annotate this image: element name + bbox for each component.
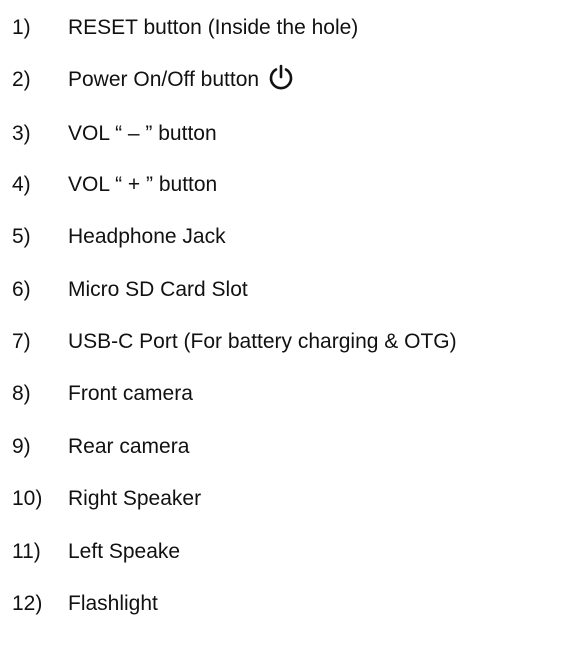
list-item: 11) Left Speake	[12, 531, 180, 571]
item-label: Front camera	[68, 381, 193, 405]
list-item: 3) VOL “ – ” button	[12, 113, 217, 153]
component-list: 1) RESET button (Inside the hole) 2) Pow…	[0, 0, 588, 646]
list-item: 4) VOL “ + ” button	[12, 164, 217, 204]
item-label: Left Speake	[68, 539, 181, 563]
list-item: 5) Headphone Jack	[12, 216, 226, 256]
item-number: 5)	[12, 224, 31, 248]
item-label: USB-C Port (For battery charging & OTG)	[68, 329, 457, 353]
item-number: 2)	[12, 67, 31, 91]
item-label: RESET button (Inside the hole)	[68, 15, 359, 39]
item-label: Right Speaker	[68, 486, 202, 510]
list-item: 10) Right Speaker	[12, 478, 201, 518]
item-number: 11)	[12, 539, 41, 563]
item-number: 12)	[12, 591, 43, 615]
item-label: Power On/Off button	[68, 67, 260, 91]
item-label: Flashlight	[68, 591, 158, 615]
item-number: 9)	[12, 434, 31, 458]
item-label: Micro SD Card Slot	[68, 277, 248, 301]
list-item: 7) USB-C Port (For battery charging & OT…	[12, 321, 457, 361]
list-item: 12) Flashlight	[12, 583, 158, 623]
item-label: VOL “ + ” button	[68, 172, 218, 196]
item-number: 4)	[12, 172, 31, 196]
item-number: 8)	[12, 381, 31, 405]
item-number: 10)	[12, 486, 43, 510]
list-item: 6) Micro SD Card Slot	[12, 269, 248, 309]
item-number: 1)	[12, 15, 31, 39]
power-icon	[268, 64, 294, 90]
item-number: 6)	[12, 277, 31, 301]
item-number: 7)	[12, 329, 31, 353]
list-item: 8) Front camera	[12, 373, 193, 413]
item-number: 3)	[12, 121, 31, 145]
item-label: Rear camera	[68, 434, 190, 458]
list-item: 2) Power On/Off button	[12, 59, 294, 99]
list-item: 9) Rear camera	[12, 426, 189, 466]
item-label: VOL “ – ” button	[68, 121, 217, 145]
item-label: Headphone Jack	[68, 224, 226, 248]
list-item: 1) RESET button (Inside the hole)	[12, 7, 358, 47]
